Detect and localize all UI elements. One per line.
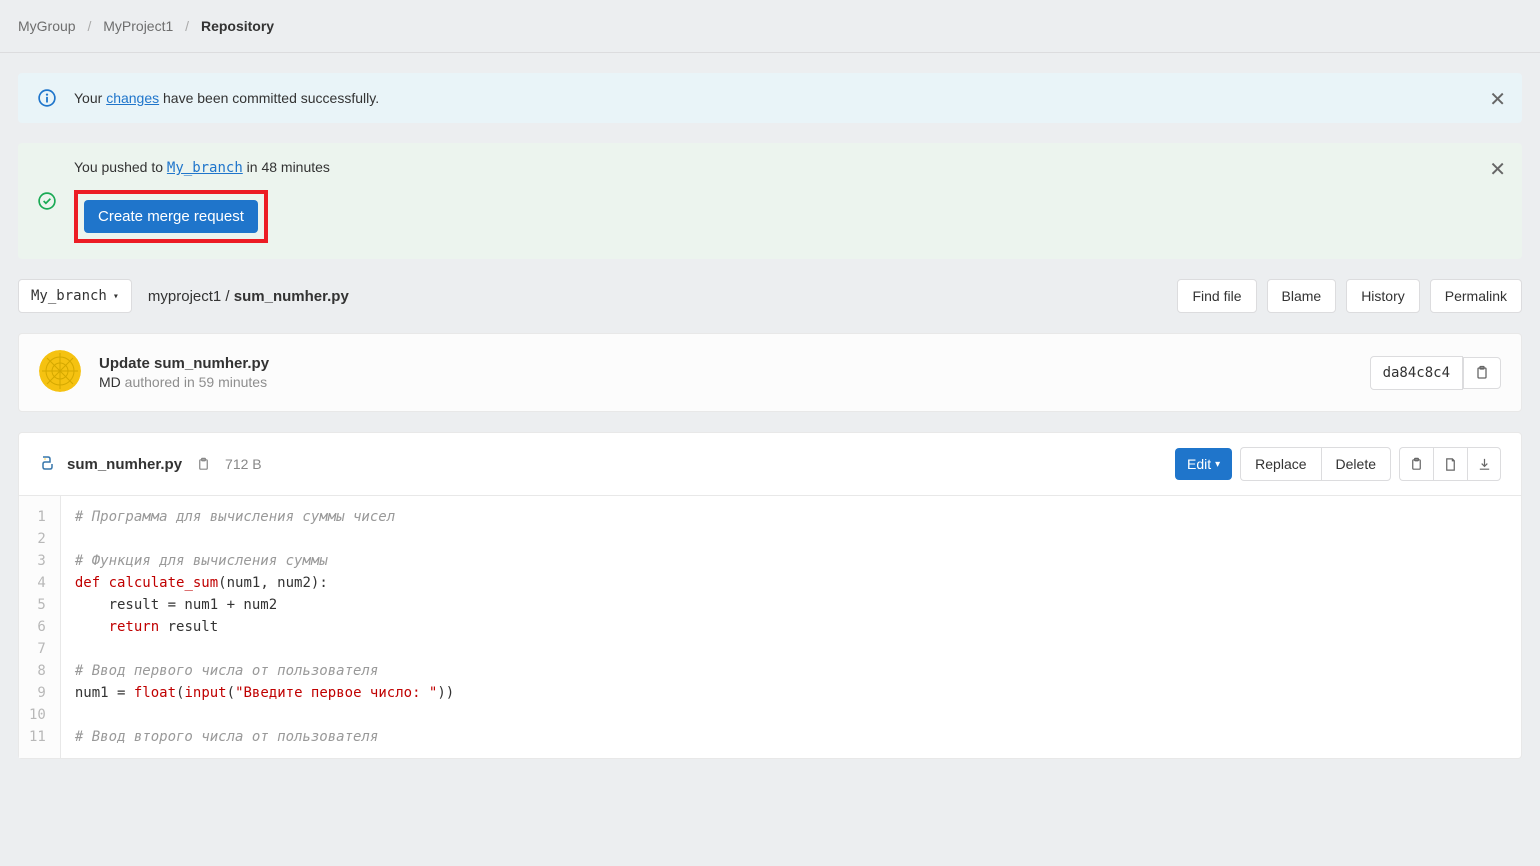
copy-filename-button[interactable] — [194, 455, 213, 474]
push-alert-text: You pushed to My_branch in 48 minutes — [74, 159, 1502, 176]
breadcrumb-current: Repository — [201, 18, 274, 34]
highlight-box: Create merge request — [74, 190, 268, 243]
breadcrumb-group[interactable]: MyGroup — [18, 18, 76, 34]
chevron-down-icon: ▾ — [113, 291, 119, 302]
permalink-button[interactable]: Permalink — [1430, 279, 1522, 313]
commit-info-panel: Update sum_numher.py MD authored in 59 m… — [18, 333, 1522, 412]
download-icon — [1477, 457, 1492, 472]
line-numbers-gutter: 1234567891011 — [19, 496, 61, 758]
push-alert: You pushed to My_branch in 48 minutes Cr… — [18, 143, 1522, 259]
check-circle-icon — [38, 192, 56, 210]
delete-button[interactable]: Delete — [1321, 447, 1391, 481]
clipboard-icon — [1409, 457, 1424, 472]
create-merge-request-button[interactable]: Create merge request — [84, 200, 258, 233]
copy-sha-button[interactable] — [1463, 357, 1501, 389]
commit-success-alert: Your changes have been committed success… — [18, 73, 1522, 123]
breadcrumb-project[interactable]: MyProject1 — [103, 18, 173, 34]
copy-contents-button[interactable] — [1399, 447, 1433, 481]
code-lines: # Программа для вычисления суммы чисел #… — [61, 496, 1521, 758]
download-button[interactable] — [1467, 447, 1501, 481]
alert-text: Your changes have been committed success… — [74, 90, 1502, 106]
commit-meta: MD authored in 59 minutes — [99, 374, 1370, 390]
branch-selector-dropdown[interactable]: My_branch ▾ — [18, 279, 132, 313]
clipboard-icon — [196, 457, 211, 472]
file-size: 712 B — [225, 456, 262, 472]
edit-button[interactable]: Edit ▾ — [1175, 448, 1232, 480]
chevron-down-icon: ▾ — [1215, 459, 1220, 470]
commit-title: Update sum_numher.py — [99, 355, 1370, 372]
document-icon — [1443, 457, 1458, 472]
close-icon[interactable]: ✕ — [1489, 157, 1506, 182]
branch-link[interactable]: My_branch — [167, 160, 243, 176]
breadcrumb-sep: / — [185, 18, 189, 34]
raw-file-button[interactable] — [1433, 447, 1467, 481]
blame-button[interactable]: Blame — [1267, 279, 1337, 313]
avatar — [39, 350, 99, 395]
replace-button[interactable]: Replace — [1240, 447, 1320, 481]
code-viewer: 1234567891011 # Программа для вычисления… — [19, 496, 1521, 758]
breadcrumb-sep: / — [87, 18, 91, 34]
history-button[interactable]: History — [1346, 279, 1420, 313]
clipboard-icon — [1474, 365, 1490, 381]
file-name: sum_numher.py — [67, 456, 182, 473]
python-file-icon — [39, 455, 55, 474]
file-panel: sum_numher.py 712 B Edit ▾ Replace Delet… — [18, 432, 1522, 759]
close-icon[interactable]: ✕ — [1489, 87, 1506, 112]
commit-sha: da84c8c4 — [1370, 356, 1463, 390]
find-file-button[interactable]: Find file — [1177, 279, 1256, 313]
file-path: myproject1 / sum_numher.py — [148, 288, 349, 305]
breadcrumb: MyGroup / MyProject1 / Repository — [0, 0, 1540, 53]
changes-link[interactable]: changes — [106, 90, 159, 106]
info-icon — [38, 89, 56, 107]
